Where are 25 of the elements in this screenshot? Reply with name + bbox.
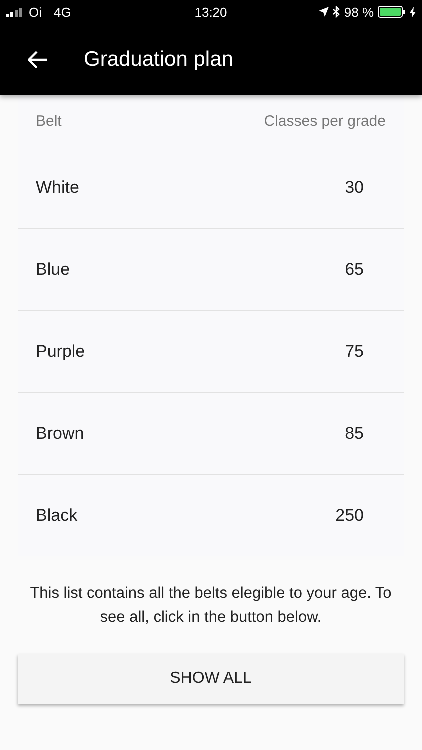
- column-header: Belt: [36, 112, 62, 130]
- classes-count: 250: [336, 506, 364, 526]
- location-icon: [319, 7, 330, 17]
- network-type: 4G: [54, 4, 72, 20]
- classes-count: 30: [345, 178, 364, 198]
- page-title: Graduation plan: [84, 48, 234, 72]
- signal-icon: [6, 8, 23, 16]
- belt-name: Blue: [36, 260, 70, 280]
- column-header: Classes per grade: [264, 112, 386, 130]
- belt-name: Black: [36, 506, 78, 526]
- show-all-button[interactable]: SHOW ALL: [18, 654, 404, 704]
- battery-percent: 98 %: [344, 4, 374, 20]
- classes-count: 65: [345, 260, 364, 280]
- belt-name: Purple: [36, 342, 86, 362]
- classes-count: 85: [345, 424, 364, 444]
- battery-icon: [378, 6, 406, 18]
- classes-count: 75: [345, 342, 364, 362]
- belt-name: Brown: [36, 424, 84, 444]
- bluetooth-icon: [333, 6, 340, 18]
- charging-icon: [410, 6, 416, 18]
- clock-time: 13:20: [194, 4, 228, 20]
- belt-name: White: [36, 178, 80, 198]
- back-icon[interactable]: [28, 50, 48, 68]
- info-text: This list contains all the belts elegible to your age. To see all, click in the button below.: [29, 584, 393, 628]
- carrier-name: Oi: [29, 4, 42, 20]
